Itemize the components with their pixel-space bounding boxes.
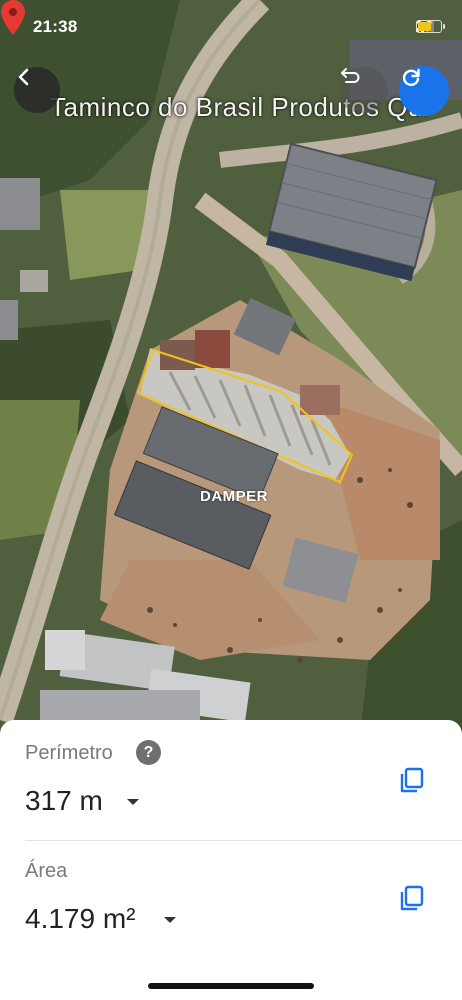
refresh-button[interactable] — [399, 66, 449, 116]
area-value: 4.179 m² — [25, 903, 136, 934]
location-pin-icon[interactable] — [0, 0, 26, 36]
back-arrow-icon — [18, 68, 29, 86]
undo-button[interactable] — [338, 67, 388, 113]
help-icon[interactable]: ? — [136, 740, 161, 765]
refresh-icon — [402, 68, 420, 86]
perimeter-label: Perímetro — [25, 742, 113, 764]
status-icons — [416, 20, 445, 33]
home-indicator[interactable] — [148, 983, 314, 989]
satellite-map[interactable]: 21:38 Taminco do Brasil Produtos Quí DAM… — [0, 0, 462, 735]
status-bar: 21:38 — [0, 0, 462, 56]
watermark: DAMPER — [200, 488, 269, 505]
perimeter-value: 317 m — [25, 785, 103, 816]
divider — [25, 840, 462, 841]
copy-perimeter-icon[interactable] — [397, 765, 427, 795]
area-unit-dropdown-icon[interactable] — [164, 917, 176, 923]
back-button[interactable] — [14, 67, 60, 113]
copy-area-icon[interactable] — [397, 883, 427, 913]
battery-icon — [416, 20, 445, 33]
perimeter-unit-dropdown-icon[interactable] — [127, 799, 139, 805]
status-time: 21:38 — [33, 17, 78, 36]
undo-icon — [341, 68, 360, 83]
area-label: Área — [25, 860, 68, 882]
